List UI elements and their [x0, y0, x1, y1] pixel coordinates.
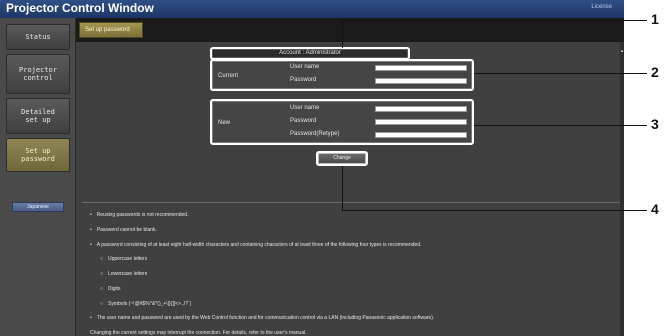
license-link[interactable]: License: [591, 4, 612, 10]
tab-set-up-password[interactable]: Set up password: [79, 22, 143, 38]
callout-line-4: [342, 210, 647, 211]
note-sub-item: ○ Symbols (~!@#$%^&*()_+\|}{][<>.,/?`): [100, 301, 192, 307]
sidebar-item-set-up-password[interactable]: Set up password: [6, 138, 70, 172]
app-title: Projector Control Window: [6, 1, 154, 15]
callout-number-3: 3: [651, 116, 659, 132]
note-continuation: Changing the current settings may interr…: [90, 330, 307, 336]
scroll-up-arrow-icon[interactable]: ▲: [620, 48, 624, 53]
note-item: • Password cannot be blank.: [90, 227, 157, 233]
sidebar-item-detailed-set-up[interactable]: Detailed set up: [6, 98, 70, 134]
note-sub-item: ○ Lowercase letters: [100, 271, 148, 277]
note-sub-item: ○ Digits: [100, 286, 121, 292]
callout-highlight-3: [210, 99, 474, 145]
callout-line-3: [474, 125, 647, 126]
sidebar: Status Projector control Detailed set up…: [0, 18, 76, 336]
callout-number-1: 1: [651, 11, 659, 27]
tab-strip: Set up password: [76, 18, 624, 42]
note-sub-item: ○ Uppercase letters: [100, 256, 148, 262]
separator: [82, 202, 620, 203]
note-item: • The user name and password are used by …: [90, 315, 435, 321]
sidebar-item-status[interactable]: Status: [6, 24, 70, 50]
callout-line-2: [474, 73, 647, 74]
language-button[interactable]: Japanese: [12, 202, 64, 212]
callout-highlight-2: [210, 59, 474, 91]
callout-highlight-4: [316, 151, 368, 166]
callout-number-2: 2: [651, 64, 659, 80]
note-item: • A password consisting of at least eight…: [90, 242, 422, 248]
callout-line-1: [342, 20, 343, 48]
title-bar: Projector Control Window License: [0, 0, 624, 18]
callout-line-4: [342, 166, 343, 210]
callout-line-1: [342, 20, 647, 21]
scrollbar[interactable]: [620, 42, 624, 336]
sidebar-item-projector-control[interactable]: Projector control: [6, 54, 70, 94]
callout-number-4: 4: [651, 201, 659, 217]
note-item: • Reusing passwords is not recommended.: [90, 212, 189, 218]
